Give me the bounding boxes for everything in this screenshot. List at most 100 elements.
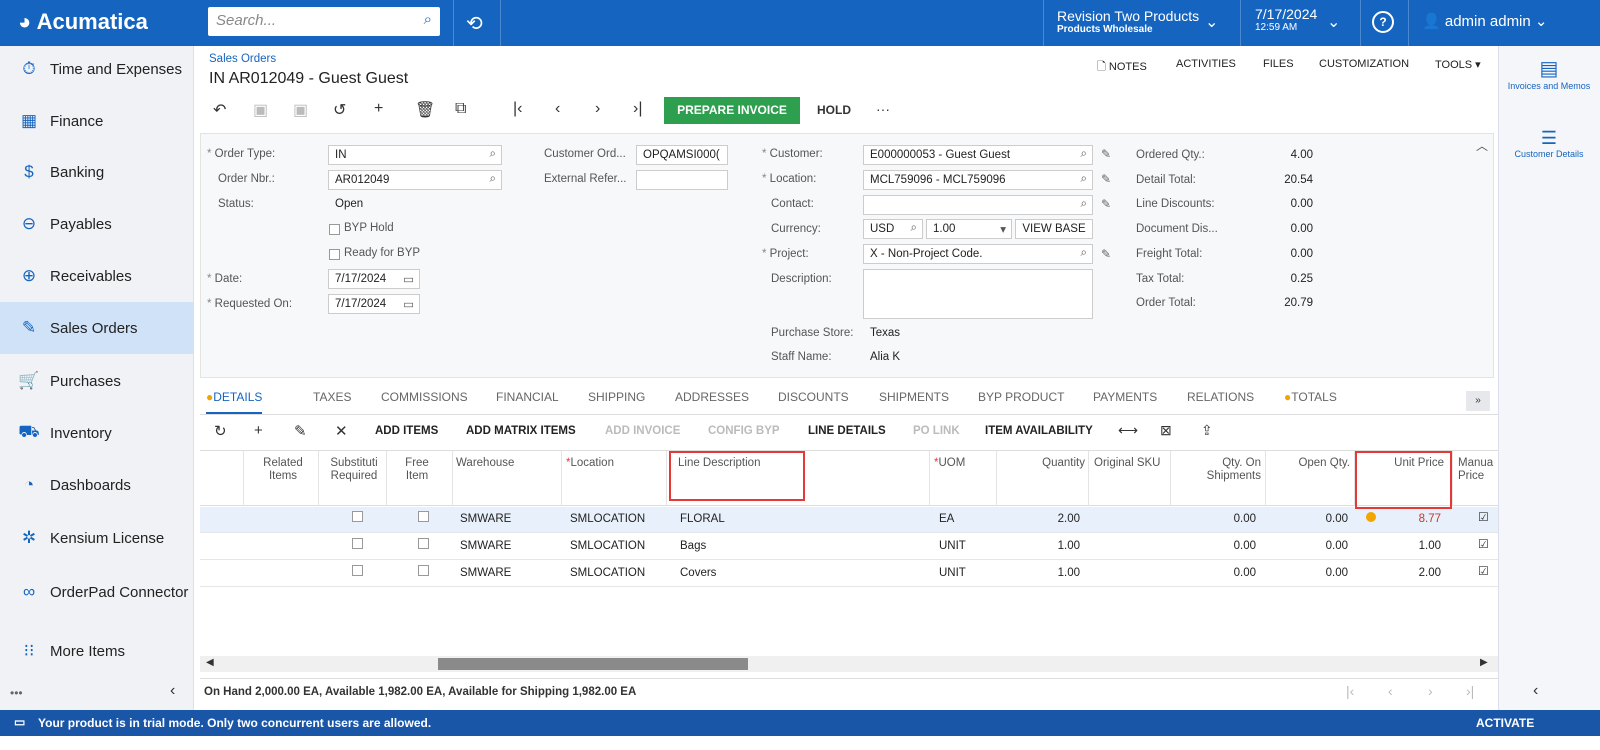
manual-price-checkbox[interactable]: ☑ [1478,564,1489,578]
first-page-icon[interactable]: |‹ [1346,683,1354,699]
add-items-button[interactable]: ADD ITEMS [375,425,438,437]
column-header[interactable]: Warehouse [456,457,514,470]
tab-shipping[interactable]: SHIPPING [588,390,645,404]
hold-button[interactable]: HOLD [817,103,851,117]
column-divider[interactable] [561,451,562,506]
customer-order-field[interactable]: OPQAMSI000( [636,145,728,165]
column-header[interactable]: Open Qty. [1270,457,1350,470]
warehouse-cell[interactable]: SMWARE [460,567,511,579]
calendar-icon[interactable]: ▭ [403,272,414,286]
invoices-memos-link[interactable]: ▤ Invoices and Memos [1499,56,1599,91]
location-cell[interactable]: SMLOCATION [570,540,645,552]
tab-totals[interactable]: ●TOTALS [1284,390,1337,404]
column-divider[interactable] [1452,451,1453,506]
free-item-checkbox[interactable] [418,538,429,549]
save-close-icon[interactable]: ▣ [253,100,268,120]
order-nbr-field[interactable]: AR012049 ⌕ [328,170,502,190]
add-row-icon[interactable]: + [254,422,263,439]
tab-financial[interactable]: FINANCIAL [496,390,559,404]
line-description-cell[interactable]: Covers [680,567,716,579]
quantity-cell[interactable]: 1.00 [1000,540,1080,552]
search-icon[interactable]: ⌕ [911,222,917,235]
currency-field[interactable]: USD ⌕ [863,219,923,239]
horizontal-scrollbar[interactable]: ◀ ▶ [200,656,1498,672]
help-icon[interactable]: ? [1372,11,1394,33]
column-divider[interactable] [666,451,667,506]
collapse-form-icon[interactable]: ︿ [1476,137,1488,154]
column-header[interactable]: Original SKU [1094,457,1160,470]
upload-icon[interactable]: ⇪ [1201,422,1213,439]
tab-payments[interactable]: PAYMENTS [1093,390,1157,404]
sidebar-item-orderpad-connector[interactable]: ∞ OrderPad Connector [0,566,193,618]
sidebar-item-time-and-expenses[interactable]: ⏱ Time and Expenses [0,43,193,95]
search-icon[interactable]: ⌕ [490,173,496,186]
copy-paste-icon[interactable]: ⧉ [455,100,466,118]
date-selector[interactable]: 7/17/2024 12:59 AM [1255,6,1317,33]
column-divider[interactable] [318,451,319,506]
tab-discounts[interactable]: DISCOUNTS [778,390,849,404]
chevron-down-icon[interactable]: ⌄ [1327,12,1340,32]
add-matrix-items-button[interactable]: ADD MATRIX ITEMS [466,425,576,437]
line-description-cell[interactable]: Bags [680,540,706,552]
column-divider[interactable] [929,451,930,506]
edit-icon[interactable]: ✎ [1101,172,1111,186]
column-divider[interactable] [996,451,997,506]
contact-field[interactable]: ⌕ [863,195,1093,215]
uom-cell[interactable]: UNIT [939,567,966,579]
quantity-cell[interactable]: 1.00 [1000,567,1080,579]
manual-price-checkbox[interactable]: ☑ [1478,510,1489,524]
location-cell[interactable]: SMLOCATION [570,567,645,579]
activities-link[interactable]: ACTIVITIES [1176,58,1236,70]
search-icon[interactable]: ⌕ [1081,247,1087,260]
column-divider[interactable] [243,451,244,506]
uom-cell[interactable]: UNIT [939,540,966,552]
byp-hold-checkbox[interactable] [329,224,340,235]
view-base-button[interactable]: VIEW BASE [1015,219,1093,239]
sidebar-item-kensium-license[interactable]: ✲ Kensium License [0,512,193,564]
unit-price-cell[interactable]: 1.00 [1360,540,1441,552]
user-menu[interactable]: 👤 admin admin ⌄ [1422,12,1548,30]
column-header[interactable]: *Location [566,457,614,470]
tab-commissions[interactable]: COMMISSIONS [381,390,468,404]
item-availability-button[interactable]: ITEM AVAILABILITY [985,425,1093,437]
column-header[interactable]: Related Items [255,457,311,483]
last-page-icon[interactable]: ›| [1466,683,1474,699]
collapse-sidebar-icon[interactable]: ‹ [170,682,175,700]
search-icon[interactable]: ⌕ [490,148,496,161]
delete-icon[interactable]: 🗑 [415,100,435,120]
tab-addresses[interactable]: ADDRESSES [675,390,749,404]
line-details-button[interactable]: LINE DETAILS [808,425,886,437]
date-field[interactable]: 7/17/2024 ▭ [328,269,420,289]
sidebar-item-payables[interactable]: ⊖ Payables [0,198,193,250]
customization-link[interactable]: CUSTOMIZATION [1319,58,1409,70]
column-divider[interactable] [1170,451,1171,506]
substitution-required-checkbox[interactable] [352,538,363,549]
tab-shipments[interactable]: SHIPMENTS [879,390,949,404]
substitution-required-checkbox[interactable] [352,511,363,522]
free-item-checkbox[interactable] [418,511,429,522]
column-header[interactable]: Free Item [404,457,430,483]
search-input[interactable]: Search... ⌕ [208,7,440,36]
column-header[interactable]: Qty. On Shipments [1180,457,1261,483]
column-divider[interactable] [452,451,453,506]
column-header[interactable]: Manua Price [1458,457,1498,483]
column-divider[interactable] [1265,451,1266,506]
customer-details-link[interactable]: ☰ Customer Details [1499,128,1599,159]
sidebar-item-banking[interactable]: $ Banking [0,146,193,198]
unit-price-cell[interactable]: 2.00 [1360,567,1441,579]
sidebar-item-sales-orders[interactable]: ✎ Sales Orders [0,302,193,354]
next-icon[interactable]: › [595,100,600,118]
edit-icon[interactable]: ✎ [1101,197,1111,211]
warehouse-cell[interactable]: SMWARE [460,513,511,525]
scrollbar-thumb[interactable] [438,658,748,670]
more-actions-button[interactable]: ··· [876,101,890,117]
undo-icon[interactable]: ↶ [213,100,226,120]
free-item-checkbox[interactable] [418,565,429,576]
uom-cell[interactable]: EA [939,513,954,525]
collapse-panel-icon[interactable]: ‹ [1533,682,1538,700]
chevron-down-icon[interactable]: ⌄ [1205,12,1218,32]
tab-taxes[interactable]: TAXES [313,390,351,404]
config-byp-button[interactable]: CONFIG BYP [708,425,780,437]
tab-byp-product[interactable]: BYP PRODUCT [978,390,1064,404]
last-icon[interactable]: ›| [633,100,642,118]
